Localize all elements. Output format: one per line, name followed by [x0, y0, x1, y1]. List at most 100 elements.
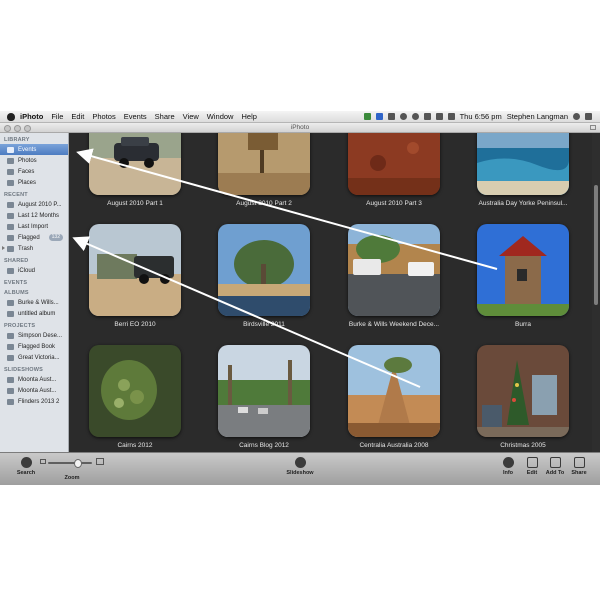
sidebar-item-photos[interactable]: Photos — [0, 155, 68, 166]
event-thumbnail[interactable] — [477, 133, 569, 195]
event-icon — [7, 201, 14, 208]
share-icon — [573, 457, 585, 468]
event-thumbnail[interactable] — [348, 133, 440, 195]
close-button[interactable] — [4, 125, 11, 132]
zoom-button[interactable] — [24, 125, 31, 132]
sidebar-item-label: Last Import — [18, 223, 49, 230]
sidebar-item-icloud[interactable]: iCloud — [0, 265, 68, 276]
status-app-icon[interactable] — [363, 113, 371, 120]
book-icon — [7, 354, 14, 361]
edit-button[interactable]: Edit — [522, 457, 542, 476]
menu-file[interactable]: File — [51, 112, 63, 121]
sidebar-item-album[interactable]: untitled album — [0, 308, 68, 319]
event-title: Christmas 2005 — [500, 442, 546, 449]
sidebar-item-album[interactable]: Burke & Wills... — [0, 297, 68, 308]
volume-icon[interactable] — [435, 113, 443, 120]
import-icon — [7, 223, 14, 230]
icloud-icon — [7, 267, 14, 274]
sidebar-item-events[interactable]: Events — [0, 144, 68, 155]
bluetooth-icon[interactable] — [411, 113, 419, 120]
event-thumbnail[interactable] — [89, 133, 181, 195]
menu-app-name[interactable]: iPhoto — [20, 112, 43, 121]
search-button[interactable]: Search — [14, 457, 38, 476]
album-icon — [7, 299, 14, 306]
sidebar-item-recent-event[interactable]: August 2010 P... — [0, 199, 68, 210]
pencil-icon — [526, 457, 538, 468]
event-title: Berri EO 2010 — [114, 321, 156, 328]
menu-events[interactable]: Events — [124, 112, 147, 121]
sidebar-item-project[interactable]: Great Victoria... — [0, 352, 68, 363]
plus-icon — [549, 457, 561, 468]
slideshow-icon — [7, 387, 14, 394]
sidebar-item-slideshow[interactable]: Flinders 2013 2 — [0, 396, 68, 407]
faces-icon — [7, 168, 14, 175]
menu-user[interactable]: Stephen Langman — [507, 112, 568, 121]
sidebar-item-last-import[interactable]: Last Import — [0, 221, 68, 232]
sidebar-item-label: Places — [18, 179, 37, 186]
menu-edit[interactable]: Edit — [71, 112, 84, 121]
menu-clock[interactable]: Thu 6:56 pm — [460, 112, 502, 121]
scrollbar-thumb[interactable] — [594, 185, 598, 305]
sidebar-item-places[interactable]: Places — [0, 177, 68, 188]
event-thumbnail[interactable] — [348, 345, 440, 437]
zoom-label-wrap: Zoom — [60, 475, 84, 481]
sidebar-item-faces[interactable]: Faces — [0, 166, 68, 177]
zoom-slider[interactable] — [48, 462, 92, 464]
sidebar-item-label: Photos — [18, 157, 37, 164]
share-label: Share — [571, 470, 587, 476]
share-button[interactable]: Share — [568, 457, 590, 476]
section-heading-events: EVENTS — [4, 280, 28, 286]
event-thumbnail[interactable] — [218, 133, 310, 195]
sidebar-item-slideshow[interactable]: Moonta Aust... — [0, 374, 68, 385]
info-label: Info — [502, 470, 514, 476]
menu-help[interactable]: Help — [241, 112, 256, 121]
fullscreen-icon[interactable] — [590, 125, 596, 130]
sidebar-item-flagged[interactable]: Flagged 132 — [0, 232, 68, 243]
status-drive-icon[interactable] — [375, 113, 383, 120]
add-to-button[interactable]: Add To — [543, 457, 567, 476]
event-thumbnail[interactable] — [477, 224, 569, 316]
battery-icon[interactable] — [447, 113, 455, 120]
sidebar-item-label: Trash — [18, 245, 34, 252]
minimize-button[interactable] — [14, 125, 21, 132]
notification-icon[interactable] — [585, 113, 592, 120]
info-button[interactable]: Info — [498, 457, 518, 476]
event-thumbnail[interactable] — [348, 224, 440, 316]
sidebar-item-last-12-months[interactable]: Last 12 Months — [0, 210, 68, 221]
menu-share[interactable]: Share — [155, 112, 175, 121]
event-thumbnail[interactable] — [218, 345, 310, 437]
event-title: Cairns 2012 — [117, 442, 153, 449]
zoom-slider-knob[interactable] — [74, 459, 82, 468]
event-title: Australia Day Yorke Peninsul... — [478, 200, 568, 207]
sidebar-item-project[interactable]: Flagged Book — [0, 341, 68, 352]
events-grid: August 2010 Part 1 August 2010 Part 2 Au… — [69, 133, 592, 452]
wifi-icon[interactable] — [423, 113, 431, 120]
vertical-scrollbar[interactable] — [592, 133, 600, 452]
spotlight-icon[interactable] — [573, 113, 580, 120]
section-heading-projects: PROJECTS — [4, 323, 36, 329]
sidebar-item-slideshow[interactable]: Moonta Aust... — [0, 385, 68, 396]
event-thumbnail[interactable] — [89, 224, 181, 316]
slideshow-button[interactable]: Slideshow — [285, 457, 315, 476]
event-thumbnail[interactable] — [89, 345, 181, 437]
event-thumbnail[interactable] — [477, 345, 569, 437]
apple-menu-icon[interactable] — [7, 112, 15, 121]
status-area: Thu 6:56 pm Stephen Langman — [363, 111, 592, 122]
menu-view[interactable]: View — [183, 112, 199, 121]
search-icon — [20, 457, 32, 468]
time-machine-icon[interactable] — [399, 113, 407, 120]
status-gear-icon[interactable] — [387, 113, 395, 120]
sidebar-item-trash[interactable]: Trash — [0, 243, 68, 254]
sidebar-item-label: Flagged — [18, 234, 40, 241]
sidebar-item-label: Last 12 Months — [18, 212, 60, 219]
disclosure-triangle-icon[interactable] — [2, 246, 5, 250]
places-icon — [7, 179, 14, 186]
menu-photos[interactable]: Photos — [92, 112, 115, 121]
event-thumbnail[interactable] — [218, 224, 310, 316]
slideshow-icon — [7, 376, 14, 383]
menu-window[interactable]: Window — [207, 112, 234, 121]
sidebar-item-project[interactable]: Simpson Dese... — [0, 330, 68, 341]
sidebar-item-label: Moonta Aust... — [18, 376, 57, 383]
event-title: Birdsville 2011 — [243, 321, 285, 328]
sidebar-item-label: August 2010 P... — [18, 201, 62, 208]
